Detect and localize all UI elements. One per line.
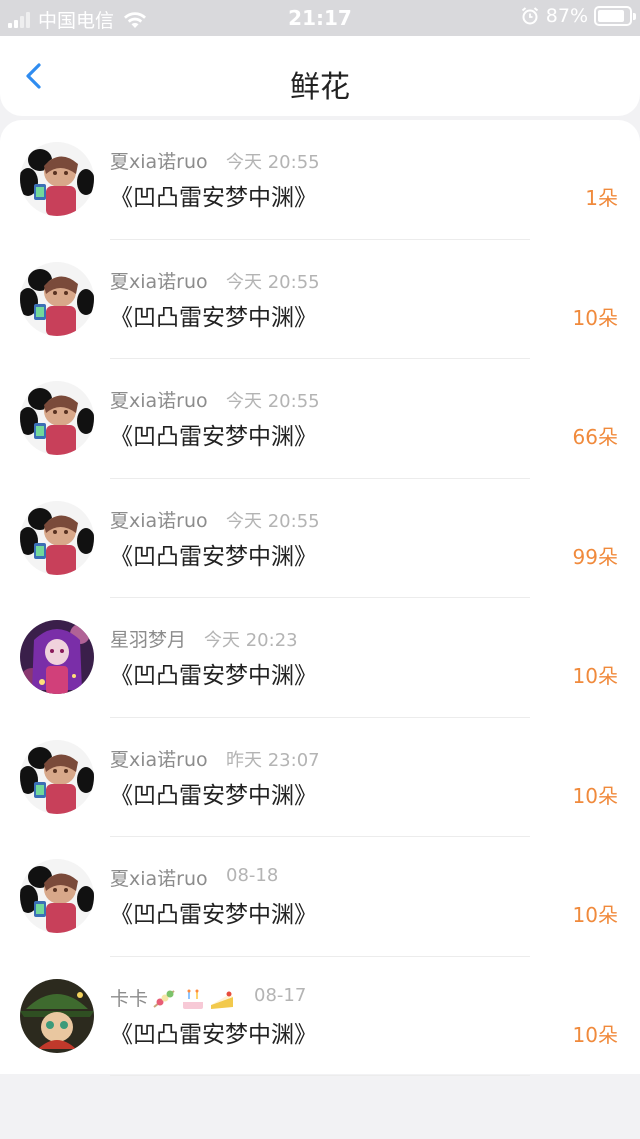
timestamp: 今天 20:23 xyxy=(204,630,298,651)
list-item[interactable]: 夏xia诺ruo 今天 20:55 《凹凸雷安梦中渊》 10朵 xyxy=(0,240,640,359)
user-name[interactable]: 夏xia诺ruo xyxy=(110,506,208,533)
cake-slice-icon xyxy=(211,991,234,1009)
user-name-text: 夏xia诺ruo xyxy=(110,270,208,293)
avatar[interactable] xyxy=(20,261,94,336)
user-name[interactable]: 夏xia诺ruo xyxy=(110,386,208,413)
user-name[interactable]: 夏xia诺ruo xyxy=(110,745,208,772)
flower-count: 10朵 xyxy=(572,664,618,688)
avatar[interactable] xyxy=(20,859,94,933)
flower-count: 99朵 xyxy=(572,544,618,569)
user-name[interactable]: 卡卡 xyxy=(110,984,236,1012)
list-item[interactable]: 夏xia诺ruo 昨天 23:07 《凹凸雷安梦中渊》 10朵 xyxy=(0,718,640,837)
flower-count: 10朵 xyxy=(572,903,618,927)
list-item[interactable]: 夏xia诺ruo 今天 20:55 《凹凸雷安梦中渊》 1朵 xyxy=(0,120,640,240)
timestamp: 今天 20:55 xyxy=(226,510,320,532)
user-name[interactable]: 夏xia诺ruo xyxy=(110,864,208,891)
flower-count: 10朵 xyxy=(572,783,618,808)
flower-count: 1朵 xyxy=(585,186,618,210)
flower-count: 10朵 xyxy=(572,305,618,330)
list-item[interactable]: 星羽梦月 今天 20:23 《凹凸雷安梦中渊》 10朵 xyxy=(0,598,640,718)
book-title: 《凹凸雷安梦中渊》 xyxy=(110,424,317,450)
avatar[interactable] xyxy=(20,142,94,216)
battery-icon xyxy=(594,6,636,26)
page-title: 鲜花 xyxy=(290,70,350,105)
book-title: 《凹凸雷安梦中渊》 xyxy=(110,782,317,809)
book-title: 《凹凸雷安梦中渊》 xyxy=(110,663,317,689)
avatar[interactable] xyxy=(20,978,94,1053)
nav-header: 鲜花 xyxy=(0,36,640,116)
user-name-text: 夏xia诺ruo xyxy=(110,151,208,173)
avatar[interactable] xyxy=(20,739,94,814)
battery-percent: 87% xyxy=(545,5,588,27)
list-item[interactable]: 夏xia诺ruo 今天 20:55 《凹凸雷安梦中渊》 99朵 xyxy=(0,479,640,598)
user-name-text: 卡卡 xyxy=(110,987,149,1010)
flower-count: 66朵 xyxy=(572,425,618,449)
user-name-text: 夏xia诺ruo xyxy=(110,868,208,890)
cake-icon xyxy=(183,989,204,1009)
list-item[interactable]: 夏xia诺ruo 08-18 《凹凸雷安梦中渊》 10朵 xyxy=(0,837,640,957)
book-title: 《凹凸雷安梦中渊》 xyxy=(110,543,317,570)
avatar[interactable] xyxy=(20,500,94,575)
book-title: 《凹凸雷安梦中渊》 xyxy=(110,304,317,331)
flower-list: 夏xia诺ruo 今天 20:55 《凹凸雷安梦中渊》 1朵 夏xia诺ruo 今天 2… xyxy=(0,120,640,1076)
avatar[interactable] xyxy=(20,620,94,694)
timestamp: 08-18 xyxy=(226,865,279,886)
status-bar: 中国电信 21:17 87% xyxy=(0,0,640,36)
user-name-text: 夏xia诺ruo xyxy=(110,748,208,771)
book-title: 《凹凸雷安梦中渊》 xyxy=(110,185,317,211)
timestamp: 今天 20:55 xyxy=(226,152,320,173)
timestamp: 昨天 23:07 xyxy=(226,749,320,771)
user-name[interactable]: 夏xia诺ruo xyxy=(110,147,208,174)
list-item[interactable]: 卡卡 08-17 《凹凸雷安梦中渊》 10朵 xyxy=(0,957,640,1076)
user-name[interactable]: 星羽梦月 xyxy=(110,625,186,652)
book-title: 《凹凸雷安梦中渊》 xyxy=(110,1021,317,1048)
timestamp: 今天 20:55 xyxy=(226,271,320,293)
timestamp: 08-17 xyxy=(254,984,307,1006)
user-name-text: 星羽梦月 xyxy=(110,629,187,651)
divider xyxy=(110,1075,530,1076)
book-title: 《凹凸雷安梦中渊》 xyxy=(110,902,317,928)
alarm-icon xyxy=(521,7,538,25)
status-right: 87% xyxy=(520,5,636,27)
flower-count: 10朵 xyxy=(572,1022,618,1047)
timestamp: 今天 20:55 xyxy=(226,391,320,412)
avatar[interactable] xyxy=(20,381,94,455)
user-name-text: 夏xia诺ruo xyxy=(110,509,208,532)
user-name-text: 夏xia诺ruo xyxy=(110,390,208,412)
list-item[interactable]: 夏xia诺ruo 今天 20:55 《凹凸雷安梦中渊》 66朵 xyxy=(0,359,640,479)
skewer-icon xyxy=(153,990,175,1008)
user-name[interactable]: 夏xia诺ruo xyxy=(110,267,208,294)
